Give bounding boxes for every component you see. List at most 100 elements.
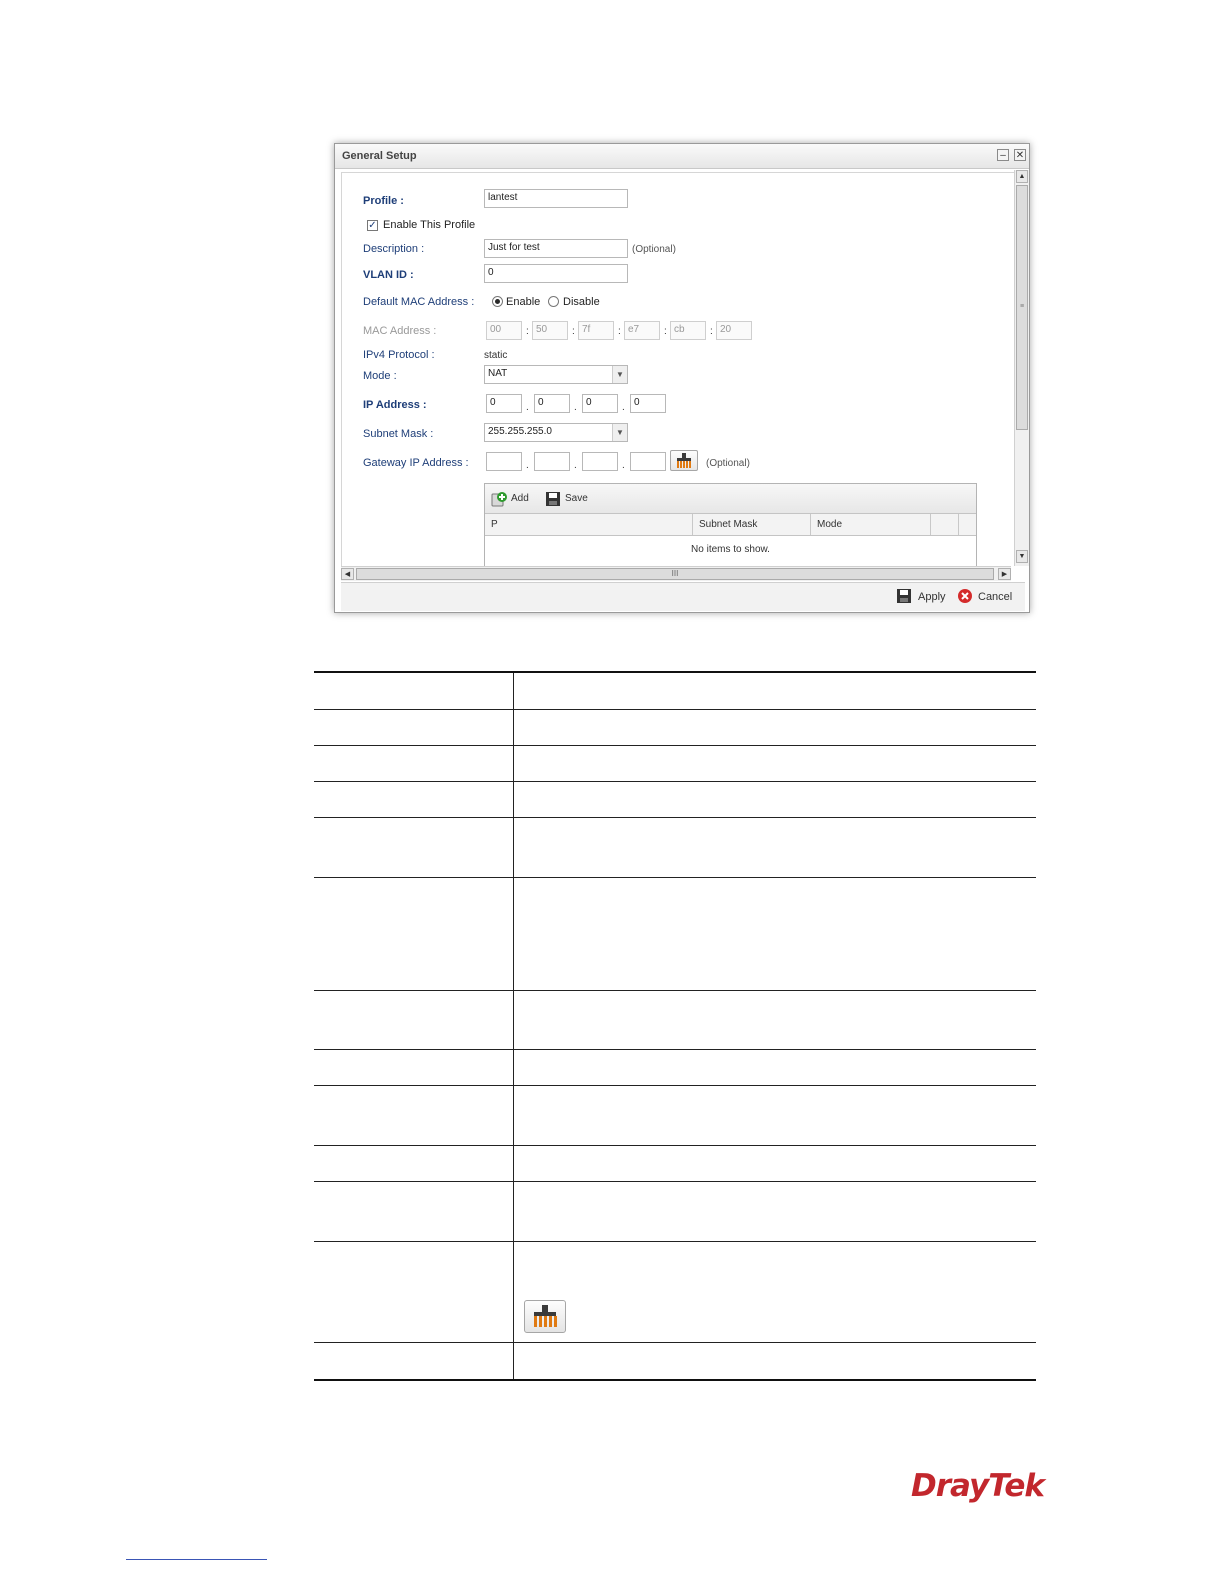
gateway-ip-label: Gateway IP Address : — [363, 457, 469, 469]
mac-separator: : — [618, 326, 621, 337]
gateway-octet-1[interactable] — [486, 452, 522, 471]
subnet-mask-label: Subnet Mask : — [363, 428, 434, 440]
footer-link-underline[interactable] — [126, 1559, 267, 1560]
mac-octet-2[interactable]: 50 — [532, 321, 568, 340]
grid-header: P Subnet Mask Mode — [485, 514, 976, 536]
subnet-mask-select[interactable]: 255.255.255.0 ▼ — [484, 423, 628, 442]
mac-octet-3[interactable]: 7f — [578, 321, 614, 340]
ip-octet-2[interactable]: 0 — [534, 394, 570, 413]
vlan-id-label: VLAN ID : — [363, 269, 414, 281]
grid-toolbar: Add Save — [485, 484, 976, 514]
default-mac-disable-radio[interactable] — [548, 296, 559, 307]
mac-separator: : — [572, 326, 575, 337]
chevron-down-icon: ▼ — [612, 424, 627, 441]
description-input[interactable]: Just for test — [484, 239, 628, 258]
clear-button[interactable] — [670, 450, 698, 471]
vertical-scroll-thumb[interactable]: ≡ — [1016, 185, 1028, 430]
add-button[interactable]: Add — [491, 491, 535, 507]
horizontal-scrollbar[interactable]: ◀ III ▶ — [341, 566, 1011, 581]
add-icon — [491, 492, 507, 507]
ip-separator: . — [574, 402, 577, 413]
brush-icon — [677, 453, 691, 468]
mac-octet-6[interactable]: 20 — [716, 321, 752, 340]
table-row — [314, 817, 1036, 818]
cancel-label: Cancel — [978, 591, 1013, 603]
table-row — [314, 1049, 1036, 1050]
default-mac-enable-label: Enable — [506, 296, 541, 308]
brush-icon — [534, 1305, 557, 1327]
scroll-right-icon[interactable]: ▶ — [998, 568, 1011, 580]
ip-separator: . — [574, 460, 577, 471]
save-button[interactable]: Save — [545, 491, 597, 507]
table-row — [314, 1181, 1036, 1182]
table-column-divider — [513, 673, 514, 1380]
column-header-subnet-mask[interactable]: Subnet Mask — [693, 514, 811, 535]
mac-octet-1[interactable]: 00 — [486, 321, 522, 340]
default-mac-label: Default MAC Address : — [363, 296, 475, 308]
dialog-footer: Apply Cancel — [341, 582, 1025, 611]
scroll-down-icon[interactable]: ▼ — [1016, 550, 1028, 563]
general-setup-dialog: General Setup – ✕ Profile : lantest ✓ En… — [334, 143, 1030, 613]
gateway-octet-2[interactable] — [534, 452, 570, 471]
mode-select-value: NAT — [488, 368, 508, 379]
cancel-icon — [958, 589, 972, 603]
dialog-title-bar[interactable]: General Setup – ✕ — [335, 144, 1029, 169]
ip-address-label: IP Address : — [363, 399, 427, 411]
mode-select[interactable]: NAT ▼ — [484, 365, 628, 384]
vlan-id-input[interactable]: 0 — [484, 264, 628, 283]
ip-octet-3[interactable]: 0 — [582, 394, 618, 413]
table-row — [314, 709, 1036, 710]
mac-separator: : — [664, 326, 667, 337]
profile-input[interactable]: lantest — [484, 189, 628, 208]
save-icon — [897, 589, 911, 603]
add-label: Add — [511, 493, 529, 504]
gateway-octet-4[interactable] — [630, 452, 666, 471]
dialog-body: Profile : lantest ✓ Enable This Profile … — [341, 172, 1015, 566]
table-row — [314, 781, 1036, 782]
dialog-title: General Setup — [342, 150, 417, 162]
table-row — [314, 1085, 1036, 1086]
gateway-optional-hint: (Optional) — [706, 458, 750, 469]
close-icon: ✕ — [1015, 150, 1025, 161]
ip-separator: . — [622, 460, 625, 471]
column-header-extra[interactable] — [931, 514, 959, 535]
scroll-left-icon[interactable]: ◀ — [341, 568, 354, 580]
gateway-octet-3[interactable] — [582, 452, 618, 471]
default-mac-disable-label: Disable — [563, 296, 600, 308]
ipv4-protocol-label: IPv4 Protocol : — [363, 349, 435, 361]
ipv4-protocol-value: static — [484, 350, 508, 361]
mac-octet-5[interactable]: cb — [670, 321, 706, 340]
enable-profile-checkbox[interactable]: ✓ — [367, 220, 378, 231]
ip-alias-grid: Add Save P Subnet Mask Mode No items to … — [484, 483, 977, 566]
ip-octet-4[interactable]: 0 — [630, 394, 666, 413]
horizontal-scroll-thumb[interactable]: III — [356, 568, 994, 580]
description-optional-hint: (Optional) — [632, 244, 676, 255]
profile-label: Profile : — [363, 195, 404, 207]
table-row — [314, 990, 1036, 991]
table-bottom-rule — [314, 1379, 1036, 1381]
table-row — [314, 745, 1036, 746]
mac-separator: : — [710, 326, 713, 337]
close-button[interactable]: ✕ — [1014, 149, 1026, 161]
apply-label: Apply — [918, 591, 946, 603]
table-row — [314, 1241, 1036, 1242]
table-row — [314, 1342, 1036, 1343]
ip-separator: . — [526, 402, 529, 413]
mac-octet-4[interactable]: e7 — [624, 321, 660, 340]
ip-octet-1[interactable]: 0 — [486, 394, 522, 413]
table-top-rule — [314, 671, 1036, 673]
save-label: Save — [565, 493, 588, 504]
column-header-p[interactable]: P — [485, 514, 693, 535]
checkmark-icon: ✓ — [368, 220, 377, 231]
apply-button[interactable]: Apply — [896, 588, 948, 606]
scroll-up-icon[interactable]: ▲ — [1016, 170, 1028, 183]
vertical-scrollbar[interactable]: ▲ ≡ ▼ — [1014, 170, 1029, 566]
chevron-down-icon: ▼ — [612, 366, 627, 383]
default-mac-enable-radio[interactable] — [492, 296, 503, 307]
table-row — [314, 877, 1036, 878]
minimize-icon: – — [1000, 150, 1006, 161]
minimize-button[interactable]: – — [997, 149, 1009, 161]
column-header-mode[interactable]: Mode — [811, 514, 931, 535]
description-label: Description : — [363, 243, 425, 255]
cancel-button[interactable]: Cancel — [957, 588, 1017, 606]
